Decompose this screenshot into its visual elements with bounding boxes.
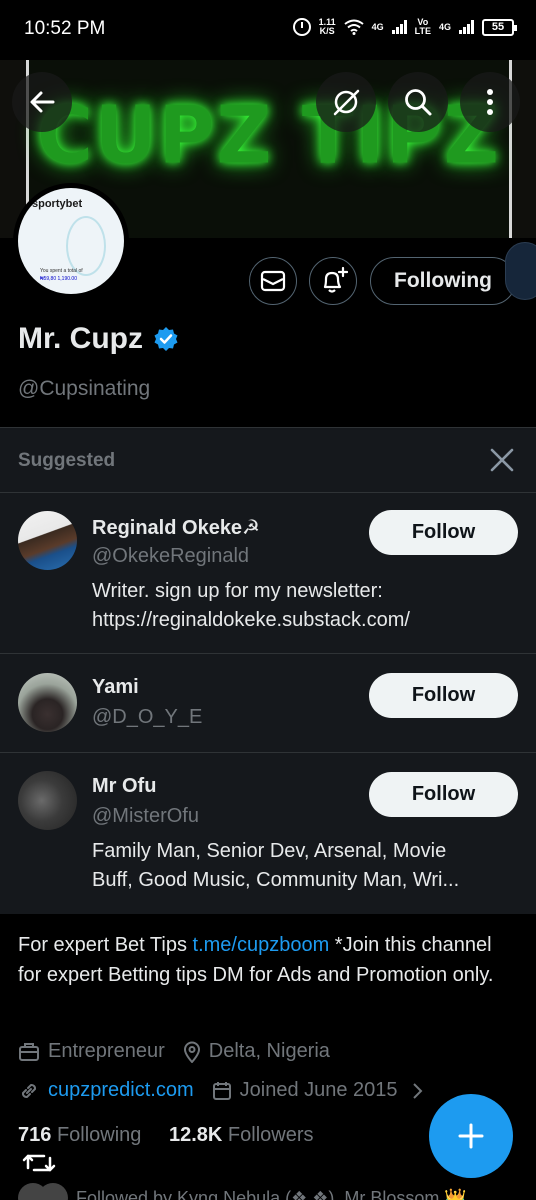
following-button[interactable]: Following: [370, 257, 516, 305]
profile-joined: Joined June 2015: [239, 1079, 398, 1101]
battery-icon: 55: [482, 18, 517, 36]
avatar[interactable]: [18, 771, 77, 830]
suggested-bio: Family Man, Senior Dev, Arsenal, Movie B…: [92, 837, 522, 895]
suggested-item-mr-ofu[interactable]: Mr Ofu @MisterOfu Family Man, Senior Dev…: [0, 753, 536, 913]
more-options-button[interactable]: [460, 72, 520, 132]
bio-prefix: For expert Bet Tips: [18, 934, 193, 956]
avatar[interactable]: [18, 673, 77, 732]
plus-icon: [458, 1123, 484, 1149]
calendar-icon: [212, 1081, 232, 1101]
grok-icon: [333, 89, 360, 116]
suggested-name: Mr Ofu: [92, 775, 157, 797]
suggested-handle: @D_O_Y_E: [92, 706, 203, 728]
close-icon[interactable]: [488, 446, 516, 474]
following-stat[interactable]: 716 Following: [18, 1124, 141, 1146]
mail-icon: [260, 270, 286, 292]
notifications-button[interactable]: [309, 257, 357, 305]
network-speed: 1.11 K/S: [319, 18, 336, 36]
following-count: 716: [18, 1124, 52, 1146]
status-bar: 10:52 PM 1.11 K/S 4G Vo LTE 4G 55: [0, 0, 536, 60]
signal-bars-2-icon: [459, 20, 474, 34]
bio-link[interactable]: t.me/cupzboom: [193, 934, 330, 956]
volte-line-2: LTE: [414, 26, 431, 36]
search-icon: [405, 89, 432, 116]
profile-stats: 716 Following 12.8K Followers: [18, 1124, 314, 1147]
search-button[interactable]: [388, 72, 448, 132]
profile-website-link[interactable]: cupzpredict.com: [48, 1079, 194, 1102]
followers-stat[interactable]: 12.8K Followers: [169, 1124, 314, 1146]
followers-label: Followers: [227, 1124, 314, 1146]
follow-button[interactable]: Follow: [369, 772, 518, 817]
location-pin-icon: [183, 1041, 201, 1063]
profile-location: Delta, Nigeria: [208, 1040, 330, 1062]
avatar-fine-amount: ₦59,80 1,190.00: [40, 276, 77, 282]
back-arrow-icon: [30, 91, 55, 113]
chevron-right-icon[interactable]: [410, 1081, 426, 1101]
profile-category: Entrepreneur: [48, 1040, 165, 1062]
avatar-wave-shape: [66, 216, 106, 276]
bio-line: https://reginaldokeke.substack.com/: [92, 609, 410, 631]
avatar-brand-text: sportybet: [32, 198, 83, 210]
avatar-image: sportybet You spent a total of ₦59,80 1,…: [18, 188, 124, 294]
suggested-name: Reginald Okeke☭: [92, 517, 260, 539]
bio-line: Writer. sign up for my newsletter:: [92, 580, 383, 602]
network-speed-unit: K/S: [319, 26, 335, 36]
compose-button[interactable]: [429, 1094, 513, 1178]
suggested-bio: Writer. sign up for my newsletter: https…: [92, 577, 522, 635]
bio-line: Family Man, Senior Dev, Arsenal, Movie: [92, 840, 447, 862]
profile-handle: @Cupsinating: [18, 377, 151, 400]
grok-peek-button[interactable]: [505, 242, 536, 300]
avatar-fine-print: You spent a total of: [40, 268, 83, 274]
status-time: 10:52 PM: [24, 18, 106, 39]
suggested-panel: Suggested Reginald Okeke☭ @OkekeReginald…: [0, 427, 536, 914]
following-label: Following: [56, 1124, 142, 1146]
link-icon: [18, 1080, 40, 1102]
avatar[interactable]: [18, 511, 77, 570]
profile-name-row: Mr. Cupz: [18, 322, 179, 356]
more-vertical-icon: [487, 89, 493, 115]
wifi-icon: [344, 19, 364, 35]
profile-avatar[interactable]: sportybet You spent a total of ₦59,80 1,…: [13, 183, 129, 299]
profile-name: Mr. Cupz: [18, 322, 143, 355]
followed-by-row[interactable]: Followed by Kyng Nebula (❖ ❖), Mr Blosso…: [18, 1183, 467, 1200]
followed-by-text: Followed by Kyng Nebula (❖ ❖), Mr Blosso…: [76, 1187, 467, 1200]
suggested-title: Suggested: [18, 450, 116, 471]
network-type-2: 4G: [438, 21, 451, 32]
grok-button[interactable]: [316, 72, 376, 132]
bio-line: Buff, Good Music, Community Man, Wri...: [92, 869, 460, 891]
suggested-item-reginald[interactable]: Reginald Okeke☭ @OkekeReginald Writer. s…: [0, 493, 536, 653]
network-type-1: 4G: [371, 21, 384, 32]
briefcase-icon: [18, 1042, 40, 1062]
signal-bars-1-icon: [391, 20, 407, 34]
retweet-icon[interactable]: [22, 1146, 56, 1180]
suggested-handle: @MisterOfu: [92, 805, 199, 827]
follow-button[interactable]: Follow: [369, 673, 518, 718]
follow-button[interactable]: Follow: [369, 510, 518, 555]
volte-badge: Vo LTE: [415, 18, 431, 36]
profile-bio: For expert Bet Tips t.me/cupzboom *Join …: [18, 930, 518, 990]
verified-badge-icon: [154, 327, 178, 351]
message-button[interactable]: [249, 257, 297, 305]
status-icons: 1.11 K/S 4G Vo LTE 4G 55: [292, 18, 517, 36]
suggested-name: Yami: [92, 676, 139, 698]
profile-meta-row-1: Entrepreneur Delta, Nigeria: [18, 1040, 330, 1063]
avatar: [38, 1183, 68, 1200]
profile-meta-row-2: cupzpredict.com Joined June 2015: [18, 1079, 426, 1102]
followers-count: 12.8K: [168, 1124, 223, 1146]
suggested-handle: @OkekeReginald: [92, 545, 250, 567]
bell-plus-icon: [323, 266, 348, 293]
back-button[interactable]: [12, 72, 72, 132]
suggested-item-yami[interactable]: Yami @D_O_Y_E Follow: [0, 654, 536, 752]
alarm-icon: [292, 18, 311, 36]
